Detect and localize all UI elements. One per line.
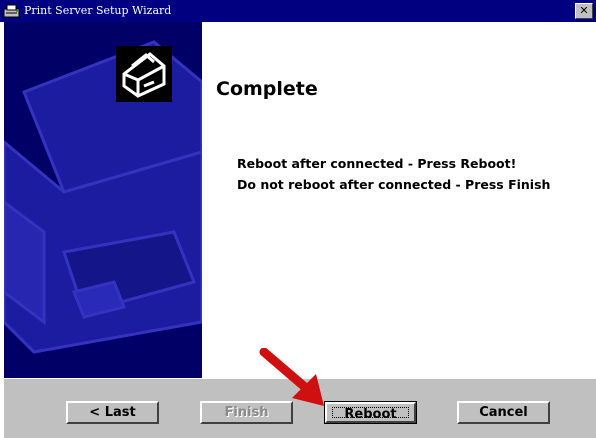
page-title: Complete	[216, 78, 318, 100]
reboot-button-bevel: Reboot	[325, 402, 416, 423]
window-title: Print Server Setup Wizard	[24, 4, 172, 17]
close-button[interactable]: ✕	[575, 3, 593, 19]
wizard-app-icon	[3, 3, 21, 19]
title-bar[interactable]: Print Server Setup Wizard ✕	[0, 0, 596, 22]
cancel-button[interactable]: Cancel	[457, 401, 550, 424]
instruction-reboot: Reboot after connected - Press Reboot!	[237, 156, 517, 171]
reboot-button-label: Reboot	[332, 407, 409, 421]
side-banner	[4, 22, 202, 378]
last-button[interactable]: < Last	[66, 401, 159, 424]
background-printer-graphic	[4, 40, 202, 354]
printer-icon	[116, 46, 172, 102]
instruction-finish: Do not reboot after connected - Press Fi…	[237, 177, 551, 192]
close-icon: ✕	[579, 4, 589, 17]
content-panel: Complete Reboot after connected - Press …	[202, 22, 596, 378]
red-arrow-icon	[259, 348, 324, 406]
reboot-button[interactable]: Reboot	[324, 401, 417, 424]
wizard-window: Print Server Setup Wizard ✕ Complete Reb…	[0, 0, 596, 438]
